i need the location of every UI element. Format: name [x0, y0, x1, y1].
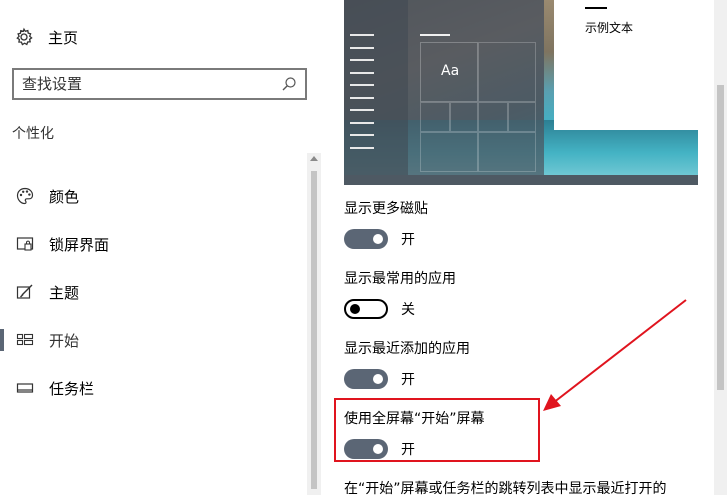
home-nav-item[interactable]: 主页	[14, 26, 78, 48]
sidebar-item-label: 颜色	[49, 187, 80, 206]
home-label: 主页	[48, 28, 79, 47]
palette-icon	[16, 187, 34, 205]
sidebar-item-lock-screen[interactable]: 锁屏界面	[0, 220, 306, 268]
setting-recently-added-apps: 显示最近添加的应用 开	[344, 338, 470, 389]
preview-list-lines	[350, 34, 374, 159]
toggle-state: 关	[401, 302, 415, 318]
settings-sidebar: 主页 个性化 颜色	[0, 0, 322, 495]
preview-big-tile: Aa	[420, 42, 478, 102]
toggle-state: 开	[401, 372, 415, 388]
sidebar-item-taskbar[interactable]: 任务栏	[0, 364, 306, 412]
more-tiles-toggle[interactable]	[344, 229, 388, 249]
setting-jump-list-recent: 在“开始”屏幕或任务栏的跳转列表中显示最近打开的	[344, 478, 667, 498]
sidebar-item-themes[interactable]: 主题	[0, 268, 306, 316]
sidebar-item-label: 主题	[49, 283, 80, 302]
sidebar-nav: 颜色 锁屏界面 主题 开始 任务栏	[0, 172, 306, 412]
theme-brush-icon	[16, 283, 34, 301]
sidebar-item-label: 锁屏界面	[49, 235, 110, 254]
recently-added-apps-toggle[interactable]	[344, 369, 388, 389]
toggle-row: 开	[344, 229, 428, 249]
preview-group-header	[420, 34, 450, 36]
preview-tile	[478, 132, 536, 172]
preview-start-menu: Aa	[344, 0, 544, 175]
search-icon[interactable]	[281, 76, 297, 92]
preview-tile	[450, 102, 478, 132]
gear-icon	[14, 27, 34, 47]
sample-text: 示例文本	[585, 21, 634, 35]
setting-title: 显示最常用的应用	[344, 271, 456, 287]
sidebar-item-label: 开始	[49, 331, 80, 350]
preview-tile	[420, 102, 450, 132]
search-box[interactable]	[12, 68, 307, 100]
lock-screen-icon	[16, 235, 34, 253]
preview-tile	[420, 132, 478, 172]
setting-title: 在“开始”屏幕或任务栏的跳转列表中显示最近打开的	[344, 481, 667, 497]
sample-text-panel: 示例文本	[554, 0, 727, 130]
taskbar-icon	[16, 379, 34, 397]
sidebar-scroll-thumb[interactable]	[311, 171, 317, 489]
sidebar-scrollbar[interactable]	[307, 153, 321, 495]
most-used-apps-toggle[interactable]	[344, 299, 388, 319]
toggle-row: 开	[344, 369, 470, 389]
sample-line	[585, 7, 607, 9]
preview-taskbar	[344, 175, 698, 185]
setting-most-used-apps: 显示最常用的应用 关	[344, 268, 456, 319]
setting-title: 显示最近添加的应用	[344, 341, 470, 357]
preview-tile	[478, 102, 508, 132]
section-title: 个性化	[12, 126, 54, 142]
toggle-row: 关	[344, 299, 456, 319]
active-indicator	[0, 329, 4, 351]
scroll-up-icon[interactable]	[310, 156, 318, 161]
start-tiles-icon	[16, 331, 34, 349]
setting-more-tiles: 显示更多磁贴 开	[344, 198, 428, 249]
sidebar-item-label: 任务栏	[49, 379, 95, 398]
sidebar-item-colors[interactable]: 颜色	[0, 172, 306, 220]
annotation-highlight-box	[334, 398, 540, 462]
main-scrollbar[interactable]	[714, 0, 727, 495]
sidebar-item-start[interactable]: 开始	[0, 316, 306, 364]
preview-tile-text: Aa	[441, 63, 460, 79]
preview-tile	[478, 42, 536, 102]
preview-tile	[508, 102, 536, 132]
main-scroll-thumb[interactable]	[717, 85, 724, 390]
toggle-state: 开	[401, 232, 415, 248]
preview-app-list	[344, 0, 408, 175]
setting-title: 显示更多磁贴	[344, 201, 428, 217]
search-input[interactable]	[22, 75, 281, 93]
